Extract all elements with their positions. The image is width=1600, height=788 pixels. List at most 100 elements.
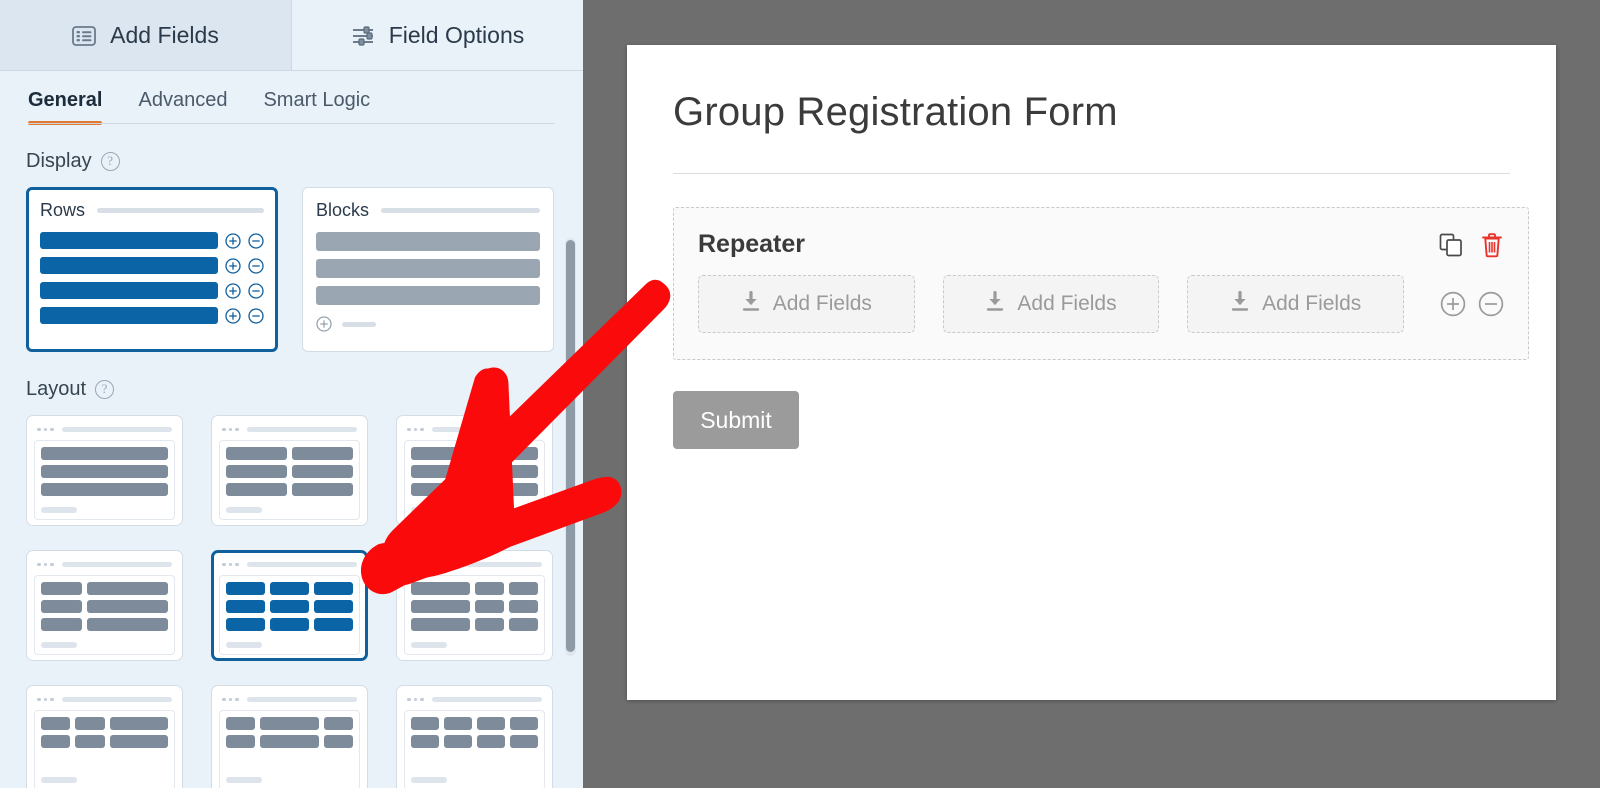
list-icon	[72, 25, 97, 46]
add-fields-dropzone-1[interactable]: Add Fields	[698, 275, 915, 333]
layout-thumb-cell	[226, 735, 256, 748]
layout-thumb-cell	[86, 618, 168, 631]
subtab-general-label: General	[28, 89, 103, 111]
minus-circle-icon[interactable]	[1478, 291, 1504, 317]
placeholder-line	[246, 697, 357, 702]
layout-thumb-cell	[226, 465, 287, 478]
layout-thumb-row	[226, 717, 353, 730]
layout-option-two-thirds-one-third[interactable]	[396, 415, 553, 526]
window-dots-icon	[222, 562, 239, 567]
copy-icon[interactable]	[1438, 232, 1464, 258]
layout-thumb-cell	[75, 735, 105, 748]
layout-option-quarter-quarter-half[interactable]	[26, 685, 183, 788]
field-options-sidebar: Add Fields Field Options General Advance…	[0, 0, 583, 788]
layout-thumb-cell	[411, 618, 470, 631]
layout-thumb-cell	[292, 483, 353, 496]
layout-thumb-cell	[474, 600, 504, 613]
page-title: Group Registration Form	[673, 90, 1118, 134]
subtab-advanced[interactable]: Advanced	[138, 89, 227, 124]
placeholder-line	[41, 777, 77, 783]
question-mark-icon[interactable]: ?	[95, 380, 115, 399]
display-option-blocks[interactable]: Blocks	[302, 187, 554, 352]
layout-thumb-cell	[226, 600, 265, 613]
add-fields-dropzone-2[interactable]: Add Fields	[942, 275, 1160, 333]
repeater-row-controls	[1440, 291, 1504, 317]
add-fields-dropzone-3[interactable]: Add Fields	[1187, 275, 1405, 333]
layout-thumb-titlebar	[404, 423, 545, 436]
subtab-smart-logic[interactable]: Smart Logic	[263, 89, 370, 124]
blocks-preview	[316, 232, 540, 305]
placeholder-line	[226, 507, 262, 513]
layout-thumb-cell	[411, 582, 470, 595]
display-option-rows-head: Rows	[40, 200, 264, 221]
layout-thumb-body	[219, 440, 360, 520]
tab-add-fields[interactable]: Add Fields	[0, 0, 292, 70]
layout-thumb-cell	[41, 483, 168, 496]
layout-thumb-cell	[314, 618, 353, 631]
block-bar	[316, 286, 540, 305]
submit-button[interactable]: Submit	[673, 391, 799, 449]
layout-thumb-row	[41, 717, 168, 730]
layout-thumb-cell	[270, 582, 309, 595]
layout-option-quarter-half-quarter[interactable]	[211, 685, 368, 788]
subtab-general[interactable]: General	[28, 89, 103, 125]
layout-thumb-cell	[411, 717, 439, 730]
layout-thumb-row	[226, 600, 353, 613]
layout-option-one-third-two-thirds[interactable]	[26, 550, 183, 661]
layout-option-three-columns[interactable]	[211, 550, 368, 661]
layout-thumb-cell	[508, 600, 538, 613]
window-dots-icon	[37, 697, 54, 702]
display-option-rows[interactable]: Rows	[26, 187, 278, 352]
layout-thumb-titlebar	[34, 693, 175, 706]
repeater-columns: Add Fields Add Fields Add Fields	[698, 275, 1504, 333]
layout-thumb-rows	[226, 447, 353, 496]
layout-option-one-column[interactable]	[26, 415, 183, 526]
repeater-field[interactable]: Repeater Add Fields Add Fields Add Field…	[673, 207, 1529, 360]
form-builder-screen: Add Fields Field Options General Advance…	[0, 0, 1600, 788]
placeholder-line	[226, 642, 262, 648]
layout-thumb-cell	[270, 618, 309, 631]
layout-thumb-cell	[510, 717, 538, 730]
plus-circle-icon	[316, 316, 332, 332]
layout-thumb-rows	[41, 717, 168, 748]
question-mark-icon[interactable]: ?	[100, 152, 120, 171]
layout-thumb-row	[41, 483, 168, 496]
layout-thumb-rows	[411, 717, 538, 748]
display-option-blocks-head: Blocks	[316, 200, 540, 221]
window-dots-icon	[37, 427, 54, 432]
layout-thumb-cell	[41, 447, 168, 460]
layout-thumb-cell	[226, 618, 265, 631]
tab-field-options[interactable]: Field Options	[292, 0, 583, 70]
placeholder-line	[411, 642, 447, 648]
layout-option-four-columns[interactable]	[396, 685, 553, 788]
layout-thumb-cell	[411, 600, 470, 613]
window-dots-icon	[37, 562, 54, 567]
sidebar-scrollbar-thumb[interactable]	[566, 240, 575, 652]
window-dots-icon	[407, 697, 424, 702]
layout-option-half-quarter-quarter[interactable]	[396, 550, 553, 661]
layout-thumb-titlebar	[404, 558, 545, 571]
layout-option-two-columns[interactable]	[211, 415, 368, 526]
layout-thumb-cell	[41, 582, 82, 595]
layout-section-label: Layout ?	[26, 378, 583, 401]
add-fields-label: Add Fields	[772, 292, 872, 315]
tab-add-fields-label: Add Fields	[110, 21, 219, 48]
trash-icon[interactable]	[1480, 232, 1504, 258]
plus-circle-icon[interactable]	[1440, 291, 1466, 317]
minus-circle-icon	[248, 282, 264, 299]
layout-thumb-row	[41, 465, 168, 478]
layout-thumb-cell	[444, 717, 472, 730]
layout-thumb-row	[41, 735, 168, 748]
placeholder-line	[97, 208, 264, 213]
layout-thumb-titlebar	[219, 558, 360, 571]
layout-thumb-body	[219, 710, 360, 788]
layout-thumb-body	[404, 440, 545, 520]
layout-thumb-cell	[226, 447, 287, 460]
row-bar	[40, 232, 218, 249]
display-section-label: Display ?	[26, 150, 583, 173]
layout-thumb-cell	[314, 600, 353, 613]
window-dots-icon	[222, 697, 239, 702]
add-fields-label: Add Fields	[1262, 292, 1362, 315]
layout-thumb-rows	[41, 447, 168, 496]
layout-thumb-cell	[323, 735, 353, 748]
